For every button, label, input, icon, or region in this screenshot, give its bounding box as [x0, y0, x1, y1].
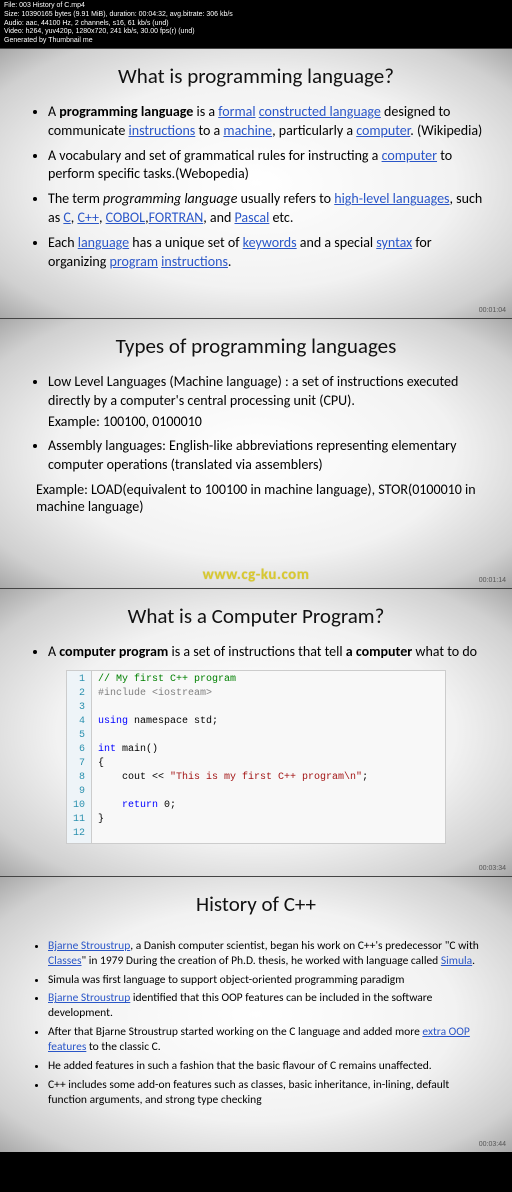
timestamp: 00:03:44: [479, 1141, 506, 1148]
list-item: A computer program is a set of instructi…: [48, 643, 486, 662]
slide-3: What is a Computer Program? A computer p…: [0, 588, 512, 876]
list-item: Low Level Languages (Machine language) :…: [48, 373, 486, 432]
link-bjarne-stroustrup2[interactable]: Bjarne Stroustrup: [48, 991, 130, 1005]
meta-size: Size: 10390165 bytes (9.91 MiB), duratio…: [4, 11, 508, 20]
meta-video: Video: h264, yuv420p, 1280x720, 241 kb/s…: [4, 28, 508, 37]
link-computer[interactable]: computer: [356, 122, 410, 139]
watermark: www.cg-ku.com: [0, 566, 512, 584]
link-cobol[interactable]: COBOL: [106, 209, 146, 226]
link-machine[interactable]: machine: [223, 122, 272, 139]
link-cpp[interactable]: C++: [77, 209, 99, 226]
list-item: C++ includes some add-on features such a…: [48, 1078, 486, 1108]
slide-title: History of C++: [26, 891, 486, 917]
slide-title: Types of programming languages: [26, 333, 486, 359]
bullet-list: A programming language is a formal const…: [26, 103, 486, 272]
slide-title: What is a Computer Program?: [26, 603, 486, 629]
code-gutter: 1 2 3 4 5 6 7 8 9 10 11 12: [67, 671, 92, 843]
list-item: He added features in such a fashion that…: [48, 1059, 486, 1074]
term-programming-language: programming language: [59, 103, 193, 120]
bullet-list: Low Level Languages (Machine language) :…: [26, 373, 486, 475]
slide-2: Types of programming languages Low Level…: [0, 318, 512, 588]
list-item: After that Bjarne Stroustrup started wor…: [48, 1025, 486, 1055]
list-item: A vocabulary and set of grammatical rule…: [48, 147, 486, 185]
list-item: Assembly languages: English-like abbrevi…: [48, 437, 486, 475]
link-keywords[interactable]: keywords: [243, 234, 297, 251]
code-sample: 1 2 3 4 5 6 7 8 9 10 11 12 // My first C…: [66, 670, 446, 844]
link-formal[interactable]: formal: [218, 103, 255, 120]
timestamp: 00:01:04: [479, 307, 506, 314]
link-classes[interactable]: Classes: [48, 954, 82, 968]
code-body: // My first C++ program #include <iostre…: [92, 671, 445, 843]
link-language[interactable]: language: [78, 234, 129, 251]
link-fortran[interactable]: FORTRAN: [149, 209, 204, 226]
video-metadata: File: 003 History of C.mp4 Size: 1039016…: [0, 0, 512, 48]
meta-audio: Audio: aac, 44100 Hz, 2 channels, s16, 6…: [4, 20, 508, 29]
slide-title: What is programming language?: [26, 63, 486, 89]
link-c[interactable]: C: [63, 209, 70, 226]
link-program[interactable]: program: [110, 253, 158, 270]
bullet-list: A computer program is a set of instructi…: [26, 643, 486, 662]
list-item: Bjarne Stroustrup, a Danish computer sci…: [48, 939, 486, 969]
slide-4: History of C++ Bjarne Stroustrup, a Dani…: [0, 876, 512, 1152]
list-item: The term programming language usually re…: [48, 190, 486, 228]
meta-generator: Generated by Thumbnail me: [4, 37, 508, 46]
timestamp: 00:01:14: [479, 577, 506, 584]
link-instructions[interactable]: instructions: [129, 122, 196, 139]
link-constructed-language[interactable]: constructed language: [259, 103, 381, 120]
list-item: Bjarne Stroustrup identified that this O…: [48, 991, 486, 1021]
link-syntax[interactable]: syntax: [376, 234, 412, 251]
link-pascal[interactable]: Pascal: [234, 209, 269, 226]
meta-file: File: 003 History of C.mp4: [4, 2, 508, 11]
example-text2: Example: LOAD(equivalent to 100100 in ma…: [36, 481, 486, 515]
link-simula[interactable]: Simula: [441, 954, 472, 968]
example-text: Example: 100100, 0100010: [48, 413, 486, 432]
link-instructions2[interactable]: instructions: [161, 253, 228, 270]
link-bjarne-stroustrup[interactable]: Bjarne Stroustrup: [48, 939, 130, 953]
list-item: Simula was first language to support obj…: [48, 973, 486, 988]
list-item: A programming language is a formal const…: [48, 103, 486, 141]
timestamp: 00:03:34: [479, 865, 506, 872]
link-computer2[interactable]: computer: [382, 147, 437, 164]
slide-1: What is programming language? A programm…: [0, 48, 512, 318]
list-item: Each language has a unique set of keywor…: [48, 234, 486, 272]
bullet-list: Bjarne Stroustrup, a Danish computer sci…: [26, 939, 486, 1108]
link-high-level-languages[interactable]: high-level languages: [334, 190, 449, 207]
